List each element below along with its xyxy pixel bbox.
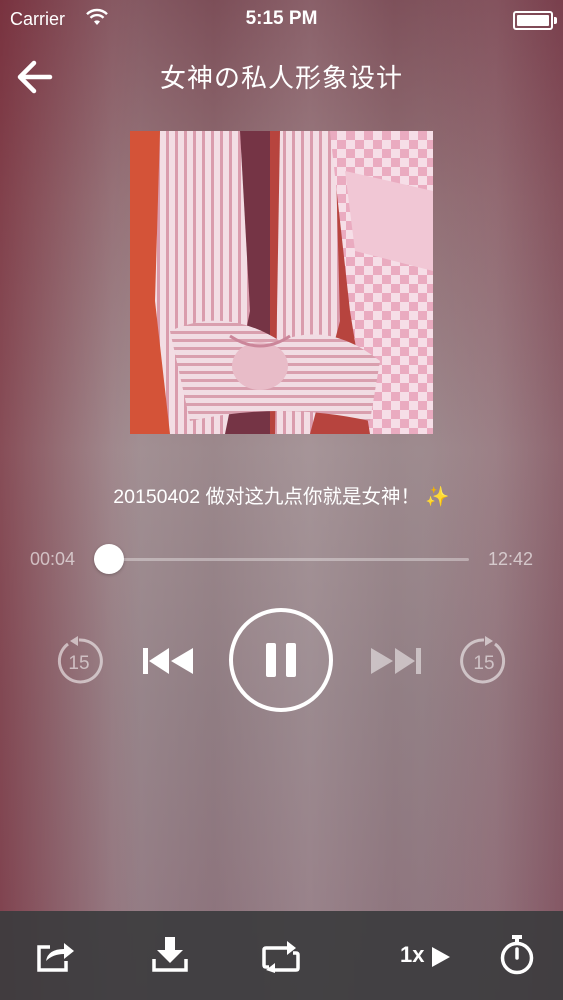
rewind-15-icon: 15 [57,636,103,684]
status-bar: Carrier 5:15 PM [0,0,563,38]
progress-knob[interactable] [94,544,124,574]
total-time: 12:42 [487,549,533,569]
progress-slider[interactable] [94,544,469,574]
pause-button[interactable] [228,607,334,713]
repeat-button[interactable] [261,937,301,978]
forward-15-icon: 15 [460,636,506,684]
bottom-toolbar: 1x [0,911,563,1000]
sleep-timer-button[interactable] [498,935,536,980]
previous-button[interactable] [141,642,195,680]
skip-back-button[interactable]: 15 [54,636,104,686]
share-button[interactable] [36,937,76,978]
repeat-icon [262,941,300,973]
download-button[interactable] [151,937,189,978]
skip-back-seconds: 15 [68,653,89,674]
skip-previous-icon [143,648,193,674]
album-artwork [130,131,433,434]
status-time: 5:15 PM [245,8,318,29]
download-icon [152,937,188,972]
playback-speed-button[interactable]: 1x [400,937,456,975]
back-button[interactable] [14,58,56,96]
arrow-left-icon [17,60,53,94]
pause-icon [229,608,333,712]
stopwatch-icon [500,935,534,975]
page-title: 女神の私人形象设计 [159,63,403,93]
elapsed-time: 00:04 [30,549,76,569]
share-icon [37,943,74,972]
skip-forward-seconds: 15 [473,653,494,674]
play-speed-icon [432,947,450,967]
battery-icon [513,11,557,30]
speed-label: 1x [400,942,425,967]
skip-next-icon [371,648,421,674]
track-title: 20150402 做对这九点你就是女神！ ✨ [113,486,450,508]
skip-forward-button[interactable]: 15 [459,636,509,686]
next-button[interactable] [369,642,423,680]
